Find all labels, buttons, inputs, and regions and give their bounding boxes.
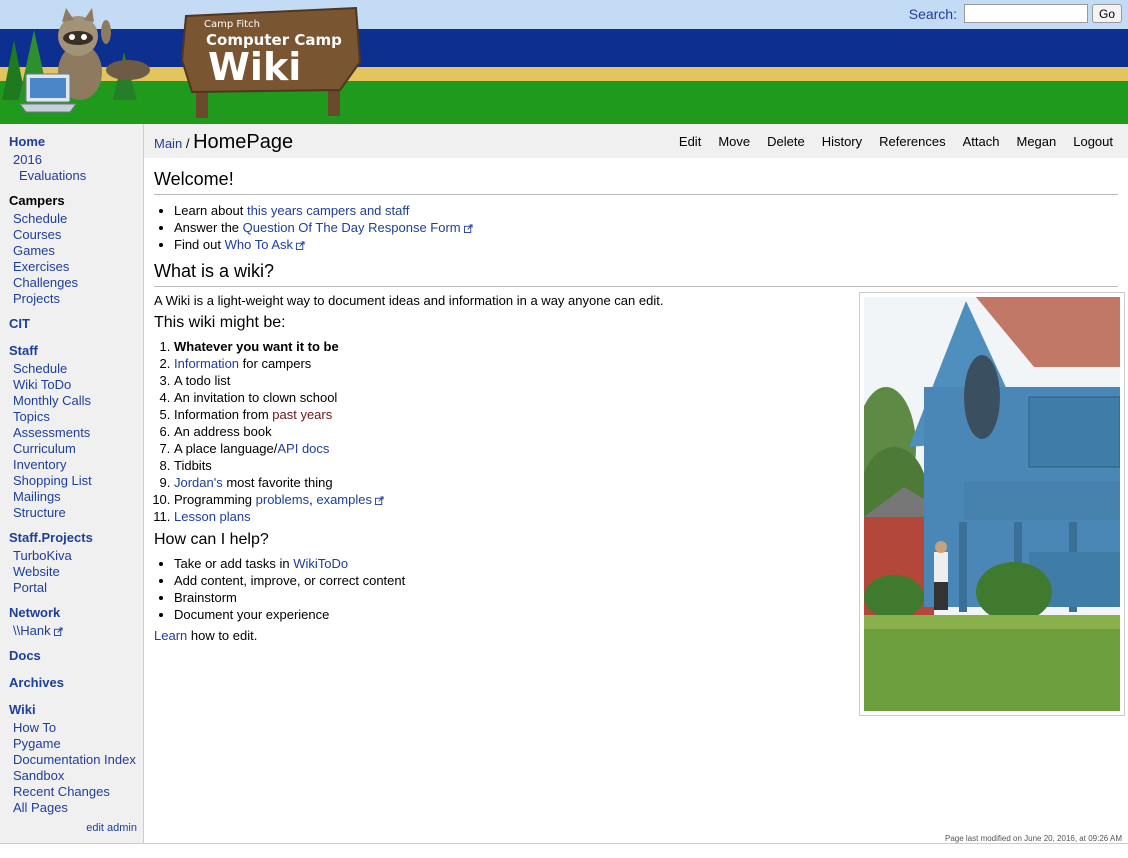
sidebar-item-wiki-todo[interactable]: Wiki ToDo bbox=[13, 377, 71, 392]
sidebar-staff-projects[interactable]: Staff.Projects bbox=[9, 530, 93, 545]
search-form: Search: Go bbox=[909, 4, 1122, 23]
bottom-divider bbox=[0, 843, 1128, 844]
action-edit[interactable]: Edit bbox=[679, 134, 701, 149]
search-input[interactable] bbox=[963, 4, 1088, 23]
learn-link[interactable]: Learn bbox=[154, 628, 187, 643]
sidebar-item-pygame[interactable]: Pygame bbox=[13, 736, 61, 751]
sidebar-item-turbokiva[interactable]: TurboKiva bbox=[13, 548, 72, 563]
sidebar-item-projects[interactable]: Projects bbox=[13, 291, 60, 306]
welcome-heading: Welcome! bbox=[154, 169, 1118, 195]
sidebar-item-topics[interactable]: Topics bbox=[13, 409, 50, 424]
page-actions: Edit Move Delete History References Atta… bbox=[679, 134, 1113, 149]
action-delete[interactable]: Delete bbox=[767, 134, 805, 149]
who-to-ask-link[interactable]: Who To Ask bbox=[225, 237, 305, 252]
sidebar-item-games[interactable]: Games bbox=[13, 243, 55, 258]
sidebar-item-challenges[interactable]: Challenges bbox=[13, 275, 78, 290]
sidebar-staff[interactable]: Staff bbox=[9, 343, 38, 358]
action-logout[interactable]: Logout bbox=[1073, 134, 1113, 149]
sidebar-item-portal[interactable]: Portal bbox=[13, 580, 47, 595]
sidebar-item-documentation-index[interactable]: Documentation Index bbox=[13, 752, 136, 767]
list-item: Learn about this years campers and staff bbox=[174, 202, 1118, 219]
action-move[interactable]: Move bbox=[718, 134, 750, 149]
sidebar-home[interactable]: Home bbox=[9, 134, 45, 149]
external-link-icon bbox=[463, 224, 473, 233]
sidebar: Home 2016 Evaluations Campers Schedule C… bbox=[0, 124, 144, 844]
external-link-icon bbox=[374, 496, 384, 505]
sidebar-item-inventory[interactable]: Inventory bbox=[13, 457, 66, 472]
sidebar-item-all-pages[interactable]: All Pages bbox=[13, 800, 68, 815]
what-is-wiki-heading: What is a wiki? bbox=[154, 261, 1118, 287]
past-years-link[interactable]: past years bbox=[272, 407, 332, 422]
svg-text:Wiki: Wiki bbox=[208, 45, 301, 89]
list-item: Answer the Question Of The Day Response … bbox=[174, 219, 1118, 236]
sidebar-item-staff-schedule[interactable]: Schedule bbox=[13, 361, 67, 376]
sidebar-cit[interactable]: CIT bbox=[9, 316, 30, 331]
examples-link[interactable]: examples bbox=[316, 492, 384, 507]
action-references[interactable]: References bbox=[879, 134, 945, 149]
sidebar-archives[interactable]: Archives bbox=[9, 675, 64, 690]
site-header: Camp Fitch Computer Camp Wiki Search: Go bbox=[0, 0, 1128, 124]
action-history[interactable]: History bbox=[822, 134, 862, 149]
sidebar-item-sandbox[interactable]: Sandbox bbox=[13, 768, 64, 783]
lesson-plans-link[interactable]: Lesson plans bbox=[174, 509, 251, 524]
breadcrumb-separator: / bbox=[185, 136, 190, 151]
sidebar-item-2016[interactable]: 2016 bbox=[13, 152, 42, 167]
sidebar-item-assessments[interactable]: Assessments bbox=[13, 425, 90, 440]
photo-image bbox=[856, 297, 1121, 711]
sidebar-item-curriculum[interactable]: Curriculum bbox=[13, 441, 76, 456]
external-link-icon bbox=[296, 241, 305, 250]
sidebar-item-structure[interactable]: Structure bbox=[13, 505, 66, 520]
page-title: HomePage bbox=[193, 131, 294, 153]
problems-link[interactable]: problems bbox=[256, 492, 309, 507]
sidebar-item-hank[interactable]: \\Hank bbox=[13, 623, 63, 638]
sidebar-item-shopping-list[interactable]: Shopping List bbox=[13, 473, 92, 488]
sidebar-wiki[interactable]: Wiki bbox=[9, 702, 36, 717]
welcome-list: Learn about this years campers and staff… bbox=[154, 202, 1118, 253]
breadcrumb-main-link[interactable]: Main bbox=[154, 136, 182, 151]
sidebar-item-campers-schedule[interactable]: Schedule bbox=[13, 211, 67, 226]
sidebar-item-how-to[interactable]: How To bbox=[13, 720, 56, 735]
action-user[interactable]: Megan bbox=[1016, 134, 1056, 149]
sidebar-item-mailings[interactable]: Mailings bbox=[13, 489, 61, 504]
camp-building-photo bbox=[856, 292, 1125, 716]
wiki-intro: A Wiki is a light-weight way to document… bbox=[154, 293, 664, 308]
page-head-bar: Main / HomePage Edit Move Delete History… bbox=[144, 124, 1128, 158]
action-attach[interactable]: Attach bbox=[963, 134, 1000, 149]
sidebar-item-recent-changes[interactable]: Recent Changes bbox=[13, 784, 110, 799]
breadcrumb: Main / HomePage bbox=[154, 131, 293, 154]
last-modified-note: Page last modified on June 20, 2016, at … bbox=[944, 834, 1122, 843]
sidebar-item-monthly-calls[interactable]: Monthly Calls bbox=[13, 393, 91, 408]
sidebar-docs[interactable]: Docs bbox=[9, 648, 41, 663]
search-label: Search: bbox=[908, 5, 957, 22]
svg-text:Camp Fitch: Camp Fitch bbox=[204, 19, 260, 30]
search-go-button[interactable]: Go bbox=[1091, 4, 1122, 23]
sidebar-item-courses[interactable]: Courses bbox=[13, 227, 61, 242]
api-docs-link[interactable]: API docs bbox=[277, 441, 329, 456]
wikitodo-link[interactable]: WikiToDo bbox=[293, 556, 348, 571]
sidebar-item-evaluations[interactable]: Evaluations bbox=[19, 168, 86, 183]
qotd-form-link[interactable]: Question Of The Day Response Form bbox=[243, 220, 473, 235]
external-link-icon bbox=[53, 627, 63, 636]
jordans-link[interactable]: Jordan's bbox=[174, 475, 223, 490]
edit-admin-link[interactable]: edit admin bbox=[86, 822, 137, 834]
information-link[interactable]: Information bbox=[174, 356, 239, 371]
sidebar-campers-heading: Campers bbox=[9, 193, 65, 208]
sidebar-network[interactable]: Network bbox=[9, 605, 60, 620]
campers-staff-link[interactable]: this years campers and staff bbox=[247, 203, 409, 218]
sidebar-item-website[interactable]: Website bbox=[13, 564, 60, 579]
camp-logo[interactable]: Camp Fitch Computer Camp Wiki bbox=[0, 0, 370, 124]
list-item: Find out Who To Ask bbox=[174, 236, 1118, 253]
sidebar-item-exercises[interactable]: Exercises bbox=[13, 259, 69, 274]
